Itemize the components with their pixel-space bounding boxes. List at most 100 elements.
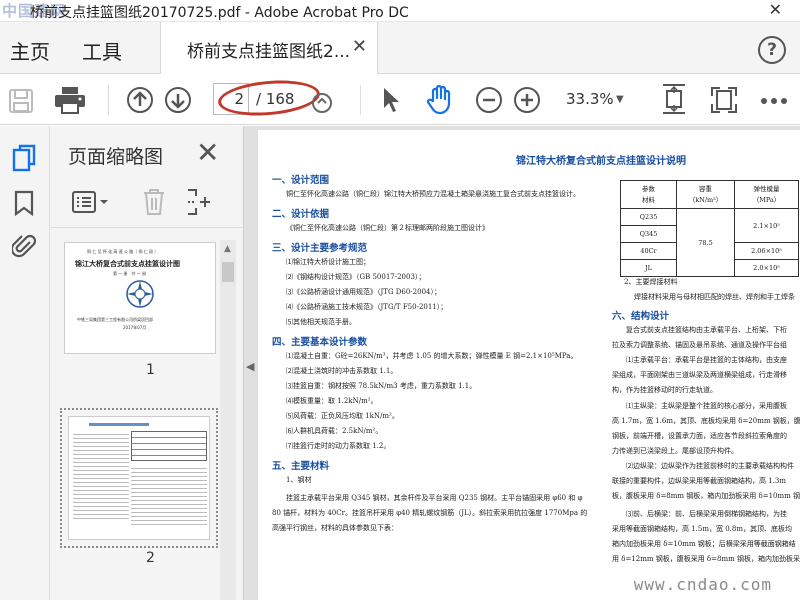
- table-row: Q235 78.5 2.1×10⁵: [620, 208, 799, 277]
- attachments-icon[interactable]: [10, 232, 37, 264]
- body-text: 构，作为挂篮移动时的行走轨道。: [612, 386, 717, 394]
- window-title: 桥前支点挂篮图纸20170725.pdf - Adobe Acrobat Pro…: [30, 5, 409, 21]
- next-page-icon[interactable]: [162, 83, 194, 117]
- site-url-watermark: www.cndao.com: [633, 575, 772, 594]
- thumbnail-1-line2: 锦江大桥复合式前支点挂篮设计图: [75, 260, 180, 268]
- menu-home[interactable]: 主页: [10, 36, 50, 65]
- toolbar-separator: [108, 85, 109, 115]
- window-close-icon[interactable]: ✕: [769, 0, 782, 19]
- print-icon[interactable]: [52, 83, 88, 117]
- panel-title: 页面缩略图: [68, 146, 164, 168]
- body-text: 拉及索力调整系统、锚固及悬吊系统、通道及操作平台组: [612, 341, 787, 349]
- left-navigation-rail: [0, 126, 50, 600]
- insert-page-icon[interactable]: [186, 188, 212, 220]
- table-cell: Q345: [620, 225, 677, 243]
- zoom-level-select[interactable]: 33.3% ▼: [560, 86, 640, 114]
- body-text: ⑷《公路桥涵施工技术规范》（JTG/T F50-2011）；: [286, 303, 448, 311]
- body-text: ⑸风荷载：正负风压均取 1kN/m²。: [286, 412, 399, 420]
- hand-tool-icon[interactable]: [422, 82, 458, 116]
- table-cell: JL: [620, 259, 677, 277]
- body-text: 力传递到已浇梁段上。尾部设顶升构件。: [612, 447, 738, 455]
- previous-page-icon[interactable]: [124, 83, 156, 117]
- body-text: 梁组成，平面刚架由三道纵梁及两道横梁组成，行走滑移: [612, 371, 787, 379]
- select-cursor-icon[interactable]: [378, 83, 406, 117]
- help-button[interactable]: ?: [758, 36, 786, 64]
- body-text: 1、钢材: [286, 476, 312, 484]
- body-text: 挂篮主承载平台采用 Q345 钢材，其余杆件及平台采用 Q235 钢材。主平台锚…: [286, 494, 583, 502]
- zoom-out-icon[interactable]: [474, 83, 504, 117]
- body-text: ⑷模板重量：取 1.2kN/m²。: [286, 397, 378, 405]
- page-thumbnail-2[interactable]: [60, 408, 218, 548]
- section-heading: 五、主要材料: [272, 461, 330, 472]
- more-options-icon[interactable]: [758, 84, 790, 118]
- scroll-up-icon[interactable]: ▲: [224, 244, 231, 254]
- panel-close-icon[interactable]: ✕: [196, 136, 219, 169]
- page-thumbnail-1[interactable]: 铜 仁 至 怀 化 高 速 公 路（ 铜 仁 段 ） 锦江大桥复合式前支点挂篮设…: [64, 242, 216, 354]
- table-header: 参数: [642, 184, 655, 193]
- table-cell: 78.5: [676, 208, 735, 277]
- thumbnail-1-number: 1: [146, 362, 155, 378]
- save-icon[interactable]: [6, 84, 36, 118]
- body-text: ⑴主承载平台：承载平台是挂篮的主体结构，由支座: [626, 356, 787, 364]
- zoom-in-icon[interactable]: [512, 83, 542, 117]
- section-heading: 二、设计依据: [272, 209, 330, 220]
- body-text: 联接的重要构件，边纵梁采用等截面钢箱结构，高 1.3m: [612, 477, 786, 485]
- body-text: 箱内加劲板采用 δ=10mm 钢板；后横梁采用等截面钢箱结: [612, 540, 796, 548]
- body-text: ⑶《公路桥涵设计通用规范》（JTG D60-2004）；: [286, 288, 441, 296]
- body-text: 80 锚杆，材料为 40Cr。挂篮吊杆采用 φ40 精轧螺纹钢筋（JL）。斜拉索…: [272, 509, 588, 517]
- fit-page-icon[interactable]: [656, 82, 692, 116]
- thumbnails-scrollbar[interactable]: ▲: [220, 240, 236, 600]
- scrollbar-thumb[interactable]: [222, 262, 234, 282]
- body-text: 铜仁至怀化高速公路（铜仁段）锦江特大桥预应力混凝土箱梁悬浇施工复合式前支点挂篮设…: [286, 190, 580, 198]
- table-cell: 2.0×10⁵: [734, 259, 799, 277]
- thumbnail-1-line1: 铜 仁 至 怀 化 高 速 公 路（ 铜 仁 段 ）: [87, 249, 159, 254]
- body-text: ⑴锦江特大桥设计施工图；: [286, 258, 370, 266]
- body-text: 用 δ=12mm 钢板，腹板采用 δ=8mm 钢板，箱内加劲板采用: [612, 555, 800, 563]
- panel-toolbar: [50, 178, 244, 228]
- table-header: 材料: [642, 195, 655, 204]
- page-stepper-icon[interactable]: [310, 86, 334, 120]
- body-text: ⑵混凝土浇筑时的冲击系数取 1.1。: [286, 367, 398, 375]
- table-cell: Q235: [620, 208, 677, 226]
- body-text: 焊接材料采用与母材相匹配的焊丝、焊剂和手工焊条: [634, 293, 795, 301]
- tab-close-icon[interactable]: ✕: [352, 36, 367, 57]
- chevron-down-icon: ▼: [616, 94, 624, 105]
- body-text: ⑵边纵梁：边纵梁作为挂篮前移时的主要承载结构构件: [626, 462, 794, 470]
- body-text: 钢板，前端开槽，设置承力面，适应各节段斜拉索角度的: [612, 432, 787, 440]
- thumbnails-panel: 页面缩略图 ✕ 铜 仁 至 怀 化 高 速 公 路（ 铜 仁 段 ） 锦江大桥复…: [50, 126, 244, 600]
- body-text: ⑺挂篮行走时的动力系数取 1.2。: [286, 442, 391, 450]
- pdf-page: 锦江特大桥复合式前支点挂篮设计说明 一、设计范围 铜仁至怀化高速公路（铜仁段）锦…: [258, 130, 800, 600]
- body-text: ⑶前、后横梁：前、后横梁采用倒梯钢箱结构，为挂: [626, 510, 787, 518]
- body-text: 2、主要焊接材料: [624, 278, 678, 286]
- menu-tools[interactable]: 工具: [82, 36, 122, 65]
- zoom-level-value: 33.3%: [566, 90, 614, 108]
- bridge-logo-icon: [125, 279, 155, 313]
- table-header: （MPa）: [752, 195, 781, 204]
- body-text: ⑶挂篮自重：钢材按照 78.5kN/m3 考虑，重力系数取 1.1。: [286, 382, 477, 390]
- thumbnail-2-number: 2: [146, 550, 155, 566]
- tab-document[interactable]: 桥前支点挂篮图纸2... ✕: [160, 22, 378, 74]
- table-cell: 2.06×10⁵: [734, 242, 799, 260]
- table-cell: 2.1×10⁵: [734, 208, 799, 243]
- collapse-panel-icon[interactable]: ◀: [246, 360, 254, 373]
- body-text: 《铜仁至怀化高速公路（铜仁段）第２标理邮两阶段施工图设计》: [286, 224, 489, 232]
- full-screen-icon[interactable]: [708, 83, 740, 117]
- thumbnail-2-preview: [68, 416, 210, 540]
- body-text: ⑹人群机具荷载：2.5kN/m²。: [286, 427, 383, 435]
- body-text: ⑸其他相关规范手册。: [286, 318, 356, 326]
- delete-page-icon[interactable]: [142, 188, 166, 220]
- body-text: 高 1.7m，宽 1.6m，其顶、底板均采用 δ=20mm 钢板，腹板采: [612, 417, 800, 425]
- body-text: 板，腹板采用 δ=8mm 钢板，箱内加劲板采用 δ=10mm 钢: [612, 492, 800, 500]
- section-heading: 四、主要基本设计参数: [272, 337, 368, 348]
- thumbnail-options-icon[interactable]: [72, 190, 110, 218]
- bookmarks-icon[interactable]: [14, 190, 34, 220]
- page-thumbnails-icon[interactable]: [12, 144, 38, 176]
- toolbar-separator: [360, 85, 361, 115]
- body-text: ⑴主纵梁：主纵梁是整个挂篮的核心部分，采用腹板: [626, 402, 787, 410]
- body-text: 复合式前支点挂篮结构由主承载平台、上桁架、下桁: [626, 326, 787, 334]
- tab-document-label: 桥前支点挂篮图纸2...: [187, 42, 351, 62]
- section-heading: 一、设计范围: [272, 175, 330, 186]
- table-header: （kN/m³）: [688, 195, 723, 204]
- table-header: 弹性模量: [753, 184, 780, 193]
- title-bar: 中国建网 桥前支点挂篮图纸20170725.pdf - Adobe Acroba…: [0, 0, 800, 22]
